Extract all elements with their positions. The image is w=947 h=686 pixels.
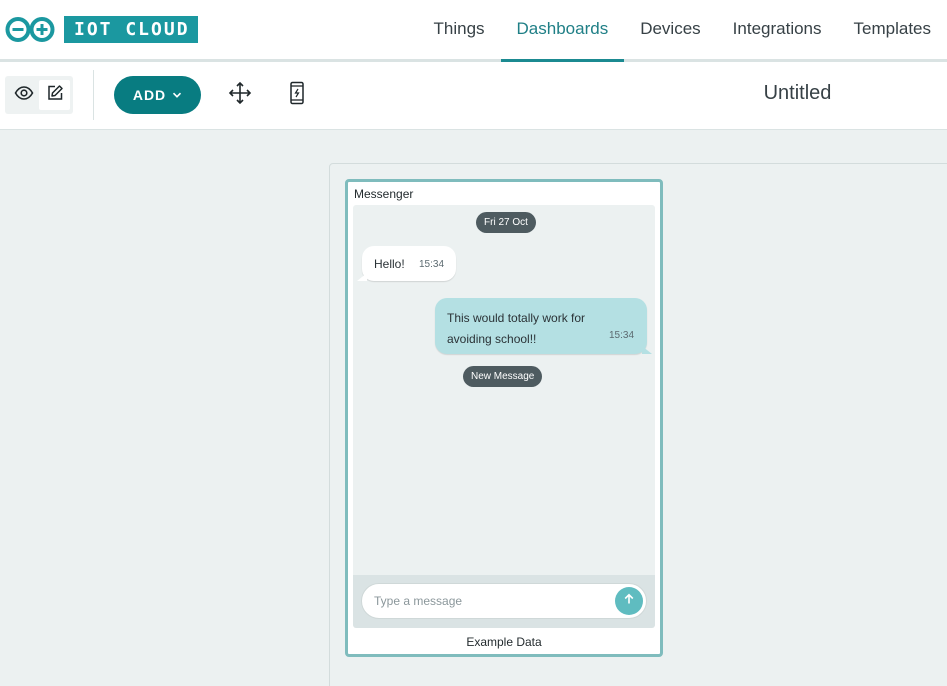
dashboard-toolbar: ADD Untitled	[0, 62, 947, 130]
view-edit-mode-toggle	[5, 76, 73, 114]
eye-icon	[14, 83, 34, 108]
edit-mode-button[interactable]	[39, 80, 70, 110]
toolbar-divider	[93, 70, 94, 120]
outgoing-message: This would totally work for avoiding sch…	[435, 298, 652, 354]
iot-cloud-logo[interactable]: IOT CLOUD	[4, 16, 198, 43]
message-time: 15:34	[609, 330, 635, 341]
logo-text: IOT CLOUD	[64, 16, 198, 43]
widget-title: Messenger	[354, 187, 414, 201]
mobile-view-button[interactable]	[285, 81, 309, 110]
top-navigation-bar: IOT CLOUD Things Dashboards Devices Inte…	[0, 0, 947, 62]
nav-tab-devices[interactable]: Devices	[624, 0, 716, 59]
message-text: Hello!	[374, 257, 405, 271]
nav-tab-dashboards[interactable]: Dashboards	[500, 0, 625, 62]
new-message-indicator[interactable]: New Message	[463, 366, 543, 387]
dashboard-title[interactable]: Untitled	[680, 82, 915, 105]
chat-history[interactable]: Fri 27 Oct Hello! 15:34 This would total…	[353, 205, 655, 575]
messenger-widget[interactable]: Messenger Fri 27 Oct Hello! 15:34 This w…	[345, 179, 663, 657]
add-button-label: ADD	[132, 87, 167, 103]
arrange-widgets-button[interactable]	[228, 81, 252, 110]
nav-tab-templates[interactable]: Templates	[838, 0, 947, 59]
chevron-down-icon	[172, 87, 182, 103]
arrow-up-icon	[623, 592, 635, 610]
pencil-icon	[46, 84, 64, 107]
arduino-infinity-icon	[4, 16, 58, 43]
example-data-label: Example Data	[466, 635, 542, 649]
message-time: 15:34	[419, 259, 445, 270]
move-arrows-icon	[228, 81, 252, 110]
send-button[interactable]	[615, 587, 643, 615]
main-nav: Things Dashboards Devices Integrations T…	[418, 0, 947, 62]
message-input[interactable]	[361, 583, 647, 619]
nav-tab-things[interactable]: Things	[418, 0, 501, 59]
incoming-message: Hello! 15:34	[357, 246, 456, 281]
add-widget-button[interactable]: ADD	[114, 76, 201, 114]
mobile-phone-icon	[287, 81, 307, 110]
nav-tab-integrations[interactable]: Integrations	[717, 0, 838, 59]
date-separator: Fri 27 Oct	[476, 212, 536, 233]
message-composer	[353, 575, 655, 628]
view-mode-button[interactable]	[8, 80, 39, 110]
message-text: This would totally work for avoiding sch…	[447, 311, 586, 346]
